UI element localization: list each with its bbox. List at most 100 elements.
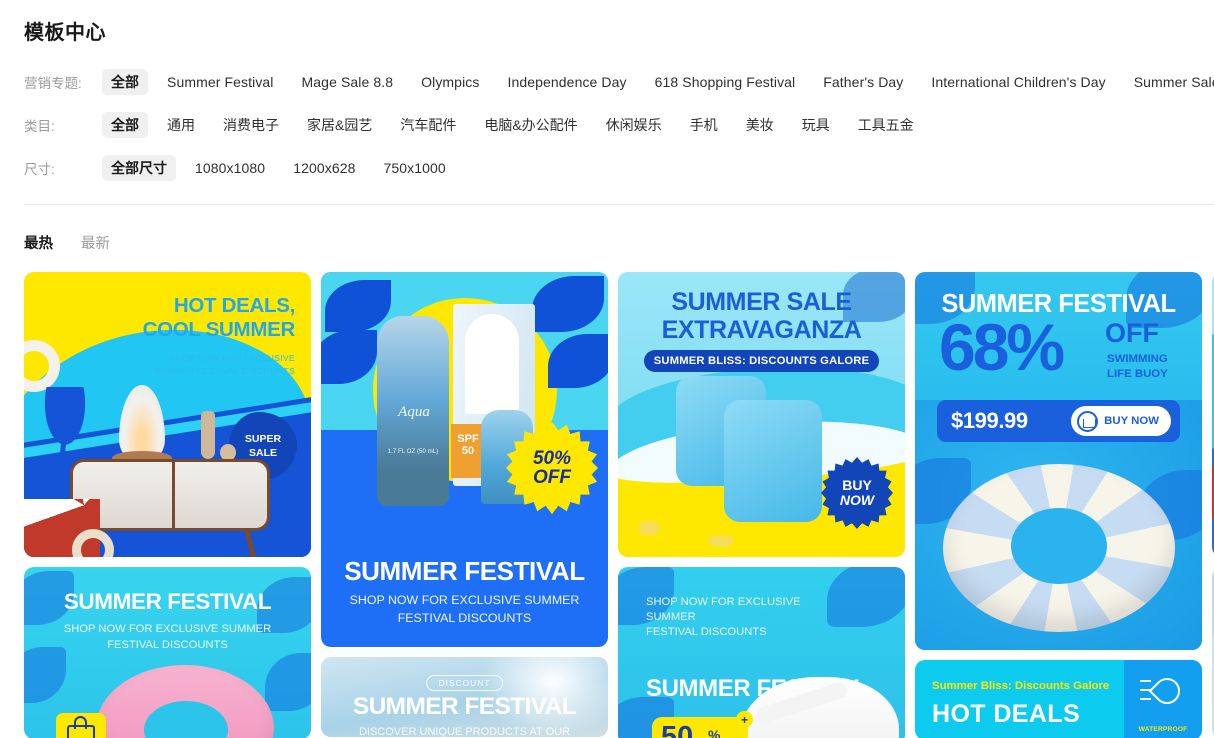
- card5-subtitle-line2: FESTIVAL DISCOUNTS: [107, 639, 228, 652]
- spf-label: SPF: [457, 433, 479, 445]
- category-option-home-garden[interactable]: 家居&园艺: [298, 112, 381, 138]
- card4-buy-now-label: BUY NOW: [1104, 415, 1159, 427]
- category-option-leisure-entertainment[interactable]: 休闲娱乐: [597, 112, 671, 138]
- filter-option-independence-day[interactable]: Independence Day: [498, 69, 635, 95]
- template-card-summer-festival-68-off[interactable]: SUMMER FESTIVAL 68% OFF SWIMMING LIFE BU…: [915, 272, 1202, 650]
- filter-option-summer-festival[interactable]: Summer Festival: [158, 69, 283, 95]
- card1-title: HOT DEALS, COOL SUMMER: [95, 294, 296, 342]
- sort-tab-hottest[interactable]: 最热: [24, 232, 53, 253]
- card5-subtitle-line1: SHOP NOW FOR EXCLUSIVE SUMMER: [63, 623, 272, 635]
- card4-product-line2: LIFE BUOY: [1107, 367, 1168, 380]
- leaf-icon: [24, 647, 66, 703]
- category-option-tools-hardware[interactable]: 工具五金: [849, 112, 923, 138]
- card8-waterproof-area: WATERPROOF: [1124, 660, 1202, 738]
- card3-title-line2: EXTRAVAGANZA: [661, 316, 862, 344]
- card1-subtitle: SHOP NOW FOR EXCLUSIVE SUMMER FESTIVAL D…: [85, 352, 295, 378]
- size-option-750x1000[interactable]: 750x1000: [375, 155, 455, 181]
- sort-tab-newest[interactable]: 最新: [81, 232, 110, 253]
- card6-subtitle-line1: DISCOVER UNIQUE PRODUCTS AT OUR: [358, 726, 571, 737]
- section-divider: [24, 204, 1214, 205]
- swimming-life-buoy-object: [943, 464, 1175, 632]
- category-option-computer-office[interactable]: 电脑&办公配件: [475, 112, 586, 138]
- category-option-toys[interactable]: 玩具: [793, 112, 839, 138]
- card4-buy-now-button[interactable]: BUY NOW: [1071, 406, 1171, 436]
- card4-product-name: SWIMMING LIFE BUOY: [1107, 352, 1168, 382]
- filter-options-marketing-topic: 全部 Summer Festival Mage Sale 8.8 Olympic…: [102, 69, 1214, 95]
- filter-option-618-shopping-festival[interactable]: 618 Shopping Festival: [646, 69, 805, 95]
- template-card-sunscreen-50-off[interactable]: SPF 50 Aqua 1.7 FL OZ (50 mL) 50% OFF SU…: [321, 272, 608, 647]
- filter-label-category: 类目:: [24, 119, 55, 134]
- filter-panel: 营销专题: 全部 Summer Festival Mage Sale 8.8 O…: [24, 68, 1214, 197]
- category-option-auto-parts[interactable]: 汽车配件: [391, 112, 465, 138]
- card8-kicker: Summer Bliss: Discounts Galore: [932, 680, 1110, 692]
- grid-column-2: SPF 50 Aqua 1.7 FL OZ (50 mL) 50% OFF SU…: [321, 272, 608, 738]
- size-option-1200x628[interactable]: 1200x628: [284, 155, 364, 181]
- card8-waterproof-label: WATERPROOF: [1138, 726, 1188, 733]
- category-option-mobile-phone[interactable]: 手机: [681, 112, 727, 138]
- card7-discount-badge: 50 % OFF +: [652, 711, 753, 738]
- card4-off-label: OFF: [1105, 318, 1159, 348]
- grid-column-1: HOT DEALS, COOL SUMMER SHOP NOW FOR EXCL…: [24, 272, 311, 738]
- size-option-all[interactable]: 全部尺寸: [102, 155, 176, 181]
- card2-title: SUMMER FESTIVAL: [344, 556, 585, 586]
- card7-badge-number: 50: [661, 721, 694, 738]
- card8-text-area: Summer Bliss: Discounts Galore HOT DEALS: [915, 660, 1124, 738]
- template-card-hot-deals-cool-summer[interactable]: HOT DEALS, COOL SUMMER SHOP NOW FOR EXCL…: [24, 272, 311, 557]
- template-card-summer-festival-sandal-50-off[interactable]: SHOP NOW FOR EXCLUSIVE SUMMER FESTIVAL D…: [618, 567, 905, 738]
- water-drop-icon: [1148, 672, 1186, 710]
- filter-options-size: 全部尺寸 1080x1080 1200x628 750x1000: [102, 155, 465, 181]
- card3-title: SUMMER SALE EXTRAVAGANZA: [618, 288, 905, 344]
- card3-badge-line1: BUY: [842, 477, 872, 494]
- card4-product-line1: SWIMMING: [1107, 353, 1168, 365]
- card2-subtitle: SHOP NOW FOR EXCLUSIVE SUMMER FESTIVAL D…: [345, 592, 584, 628]
- spf-value: 50: [461, 444, 475, 457]
- sunscreen-tube-cap: [377, 470, 449, 506]
- card2-badge-line1: 50%: [532, 447, 572, 469]
- card7-subtitle-line2: FESTIVAL DISCOUNTS: [646, 626, 767, 639]
- filter-option-all[interactable]: 全部: [102, 69, 148, 95]
- template-card-summer-sale-extravaganza[interactable]: SUMMER SALE EXTRAVAGANZA SUMMER BLISS: D…: [618, 272, 905, 557]
- card1-badge-line1: SUPER: [244, 432, 282, 445]
- category-option-consumer-electronics[interactable]: 消费电子: [214, 112, 288, 138]
- size-option-1080x1080[interactable]: 1080x1080: [186, 155, 274, 181]
- card6-title: SUMMER FESTIVAL: [352, 693, 577, 720]
- template-card-discount-summer-festival[interactable]: DISCOUNT SUMMER FESTIVAL DISCOVER UNIQUE…: [321, 657, 608, 737]
- card6-subtitle: DISCOVER UNIQUE PRODUCTS AT OUR SUMMER F…: [343, 725, 586, 737]
- spf-label-block: SPF 50: [451, 424, 485, 478]
- filter-option-international-childrens-day[interactable]: International Children's Day: [922, 69, 1114, 95]
- filter-option-fathers-day[interactable]: Father's Day: [814, 69, 912, 95]
- cart-icon: [1077, 410, 1099, 432]
- card3-badge-line2: NOW: [839, 492, 875, 508]
- shopping-bag-icon: [67, 725, 95, 738]
- filter-row-size: 尺寸: 全部尺寸 1080x1080 1200x628 750x1000: [24, 154, 1214, 182]
- water-splash-icon: [1140, 678, 1151, 704]
- category-option-all[interactable]: 全部: [102, 112, 148, 138]
- filter-row-marketing-topic: 营销专题: 全部 Summer Festival Mage Sale 8.8 O…: [24, 68, 1214, 96]
- card4-price-bar: $199.99 BUY NOW: [937, 400, 1180, 442]
- card2-subtitle-line1: SHOP NOW FOR EXCLUSIVE SUMMER: [349, 593, 580, 607]
- card8-title: HOT DEALS: [932, 700, 1081, 728]
- card1-title-line2: COOL SUMMER: [142, 318, 296, 342]
- filter-option-olympics[interactable]: Olympics: [412, 69, 488, 95]
- template-card-summer-festival-pink-ring[interactable]: SUMMER FESTIVAL SHOP NOW FOR EXCLUSIVE S…: [24, 567, 311, 738]
- plus-icon: +: [736, 711, 753, 728]
- leaf-icon: [265, 653, 311, 711]
- decor-dot: [638, 521, 660, 535]
- card3-title-line1: SUMMER SALE: [671, 288, 852, 316]
- card3-tagline-pill: SUMMER BLISS: DISCOUNTS GALORE: [644, 350, 879, 372]
- filter-option-summer-sale[interactable]: Summer Sale: [1125, 69, 1214, 95]
- card7-subtitle-line1: SHOP NOW FOR EXCLUSIVE SUMMER: [646, 596, 801, 624]
- filter-row-category: 类目: 全部 通用 消费电子 家居&园艺 汽车配件 电脑&办公配件 休闲娱乐 手…: [24, 111, 1214, 139]
- pink-pool-ring-object: [96, 665, 274, 738]
- sideboard-object: [70, 459, 270, 557]
- category-option-beauty[interactable]: 美妆: [737, 112, 783, 138]
- card4-discount-percent: 68%: [939, 310, 1065, 384]
- template-card-hot-deals-waterproof[interactable]: Summer Bliss: Discounts Galore HOT DEALS…: [915, 660, 1202, 738]
- card5-title: SUMMER FESTIVAL: [63, 589, 272, 614]
- sort-tabs: 最热 最新: [24, 232, 138, 253]
- filter-option-mage-sale-88[interactable]: Mage Sale 8.8: [293, 69, 403, 95]
- template-grid: HOT DEALS, COOL SUMMER SHOP NOW FOR EXCL…: [24, 272, 1214, 738]
- card5-subtitle: SHOP NOW FOR EXCLUSIVE SUMMER FESTIVAL D…: [54, 621, 281, 653]
- card2-badge-line2: OFF: [533, 467, 571, 488]
- category-option-general[interactable]: 通用: [158, 112, 204, 138]
